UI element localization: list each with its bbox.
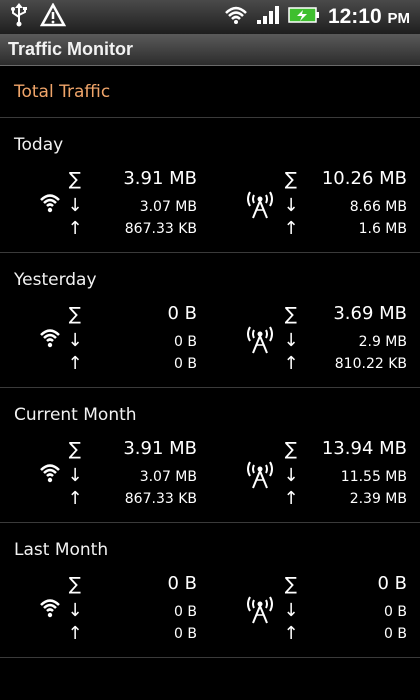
mobile-total-value: 0 B bbox=[377, 573, 407, 594]
down-arrow-icon: ↓ bbox=[67, 465, 83, 486]
wifi-upload-value: 0 B bbox=[174, 356, 197, 372]
down-arrow-icon: ↓ bbox=[283, 195, 299, 216]
section-yesterday[interactable]: Yesterday ∑ ↓ ↑ 0 B 0 B 0 B ∑ ↓ ↑ 3.69 M… bbox=[0, 254, 420, 388]
total-symbol: ∑ bbox=[68, 169, 82, 190]
wifi-total-value: 0 B bbox=[167, 573, 197, 594]
total-symbol: ∑ bbox=[284, 169, 298, 190]
up-arrow-icon: ↑ bbox=[67, 488, 83, 509]
wifi-upload-value: 867.33 KB bbox=[124, 491, 197, 507]
wifi-total-value: 3.91 MB bbox=[123, 438, 197, 459]
up-arrow-icon: ↑ bbox=[67, 623, 83, 644]
mobile-total-value: 3.69 MB bbox=[333, 303, 407, 324]
down-arrow-icon: ↓ bbox=[67, 330, 83, 351]
total-symbol: ∑ bbox=[284, 304, 298, 325]
wifi-icon bbox=[38, 461, 62, 491]
up-arrow-icon: ↑ bbox=[67, 353, 83, 374]
section-current-month[interactable]: Current Month ∑ ↓ ↑ 3.91 MB 3.07 MB 867.… bbox=[0, 389, 420, 523]
mobile-total-value: 13.94 MB bbox=[321, 438, 407, 459]
clock: 12:10 PM bbox=[327, 5, 410, 28]
cell-tower-icon bbox=[246, 323, 274, 359]
mobile-upload-value: 810.22 KB bbox=[334, 356, 407, 372]
cell-tower-icon bbox=[246, 458, 274, 494]
section-title: Yesterday bbox=[14, 270, 97, 290]
mobile-upload-value: 1.6 MB bbox=[358, 221, 407, 237]
wifi-download-value: 3.07 MB bbox=[139, 469, 197, 485]
up-arrow-icon: ↑ bbox=[67, 218, 83, 239]
down-arrow-icon: ↓ bbox=[283, 465, 299, 486]
wifi-download-value: 0 B bbox=[174, 334, 197, 350]
usb-icon bbox=[10, 3, 28, 31]
down-arrow-icon: ↓ bbox=[67, 195, 83, 216]
total-symbol: ∑ bbox=[68, 574, 82, 595]
wifi-icon bbox=[38, 596, 62, 626]
total-symbol: ∑ bbox=[284, 439, 298, 460]
down-arrow-icon: ↓ bbox=[283, 330, 299, 351]
wifi-icon bbox=[38, 326, 62, 356]
wifi-total-value: 3.91 MB bbox=[123, 168, 197, 189]
section-last-month[interactable]: Last Month ∑ ↓ ↑ 0 B 0 B 0 B ∑ ↓ ↑ 0 B 0… bbox=[0, 524, 420, 658]
up-arrow-icon: ↑ bbox=[283, 488, 299, 509]
section-title: Last Month bbox=[14, 540, 109, 560]
mobile-total-value: 10.26 MB bbox=[321, 168, 407, 189]
wifi-icon bbox=[224, 5, 248, 29]
warning-icon bbox=[39, 2, 67, 31]
wifi-upload-value: 0 B bbox=[174, 626, 197, 642]
section-title: Current Month bbox=[14, 405, 137, 425]
down-arrow-icon: ↓ bbox=[283, 600, 299, 621]
cell-tower-icon bbox=[246, 593, 274, 629]
total-symbol: ∑ bbox=[284, 574, 298, 595]
section-title: Today bbox=[14, 135, 64, 155]
cell-tower-icon bbox=[246, 188, 274, 224]
mobile-download-value: 11.55 MB bbox=[340, 469, 407, 485]
wifi-icon bbox=[38, 191, 62, 221]
mobile-upload-value: 2.39 MB bbox=[349, 491, 407, 507]
wifi-upload-value: 867.33 KB bbox=[124, 221, 197, 237]
app-title: Traffic Monitor bbox=[8, 39, 133, 59]
wifi-download-value: 0 B bbox=[174, 604, 197, 620]
status-bar: 12:10 PM bbox=[0, 0, 420, 34]
up-arrow-icon: ↑ bbox=[283, 623, 299, 644]
up-arrow-icon: ↑ bbox=[283, 218, 299, 239]
wifi-total-value: 0 B bbox=[167, 303, 197, 324]
mobile-upload-value: 0 B bbox=[384, 626, 407, 642]
down-arrow-icon: ↓ bbox=[67, 600, 83, 621]
signal-icon bbox=[256, 5, 280, 29]
wifi-download-value: 3.07 MB bbox=[139, 199, 197, 215]
app-title-bar: Traffic Monitor bbox=[0, 34, 420, 66]
total-traffic-header[interactable]: Total Traffic bbox=[0, 66, 420, 118]
mobile-download-value: 8.66 MB bbox=[349, 199, 407, 215]
up-arrow-icon: ↑ bbox=[283, 353, 299, 374]
total-traffic-label: Total Traffic bbox=[14, 81, 111, 102]
mobile-download-value: 2.9 MB bbox=[358, 334, 407, 350]
battery-charging-icon bbox=[288, 6, 320, 28]
mobile-download-value: 0 B bbox=[384, 604, 407, 620]
total-symbol: ∑ bbox=[68, 304, 82, 325]
section-today[interactable]: Today ∑ ↓ ↑ 3.91 MB 3.07 MB 867.33 KB ∑ … bbox=[0, 119, 420, 253]
total-symbol: ∑ bbox=[68, 439, 82, 460]
